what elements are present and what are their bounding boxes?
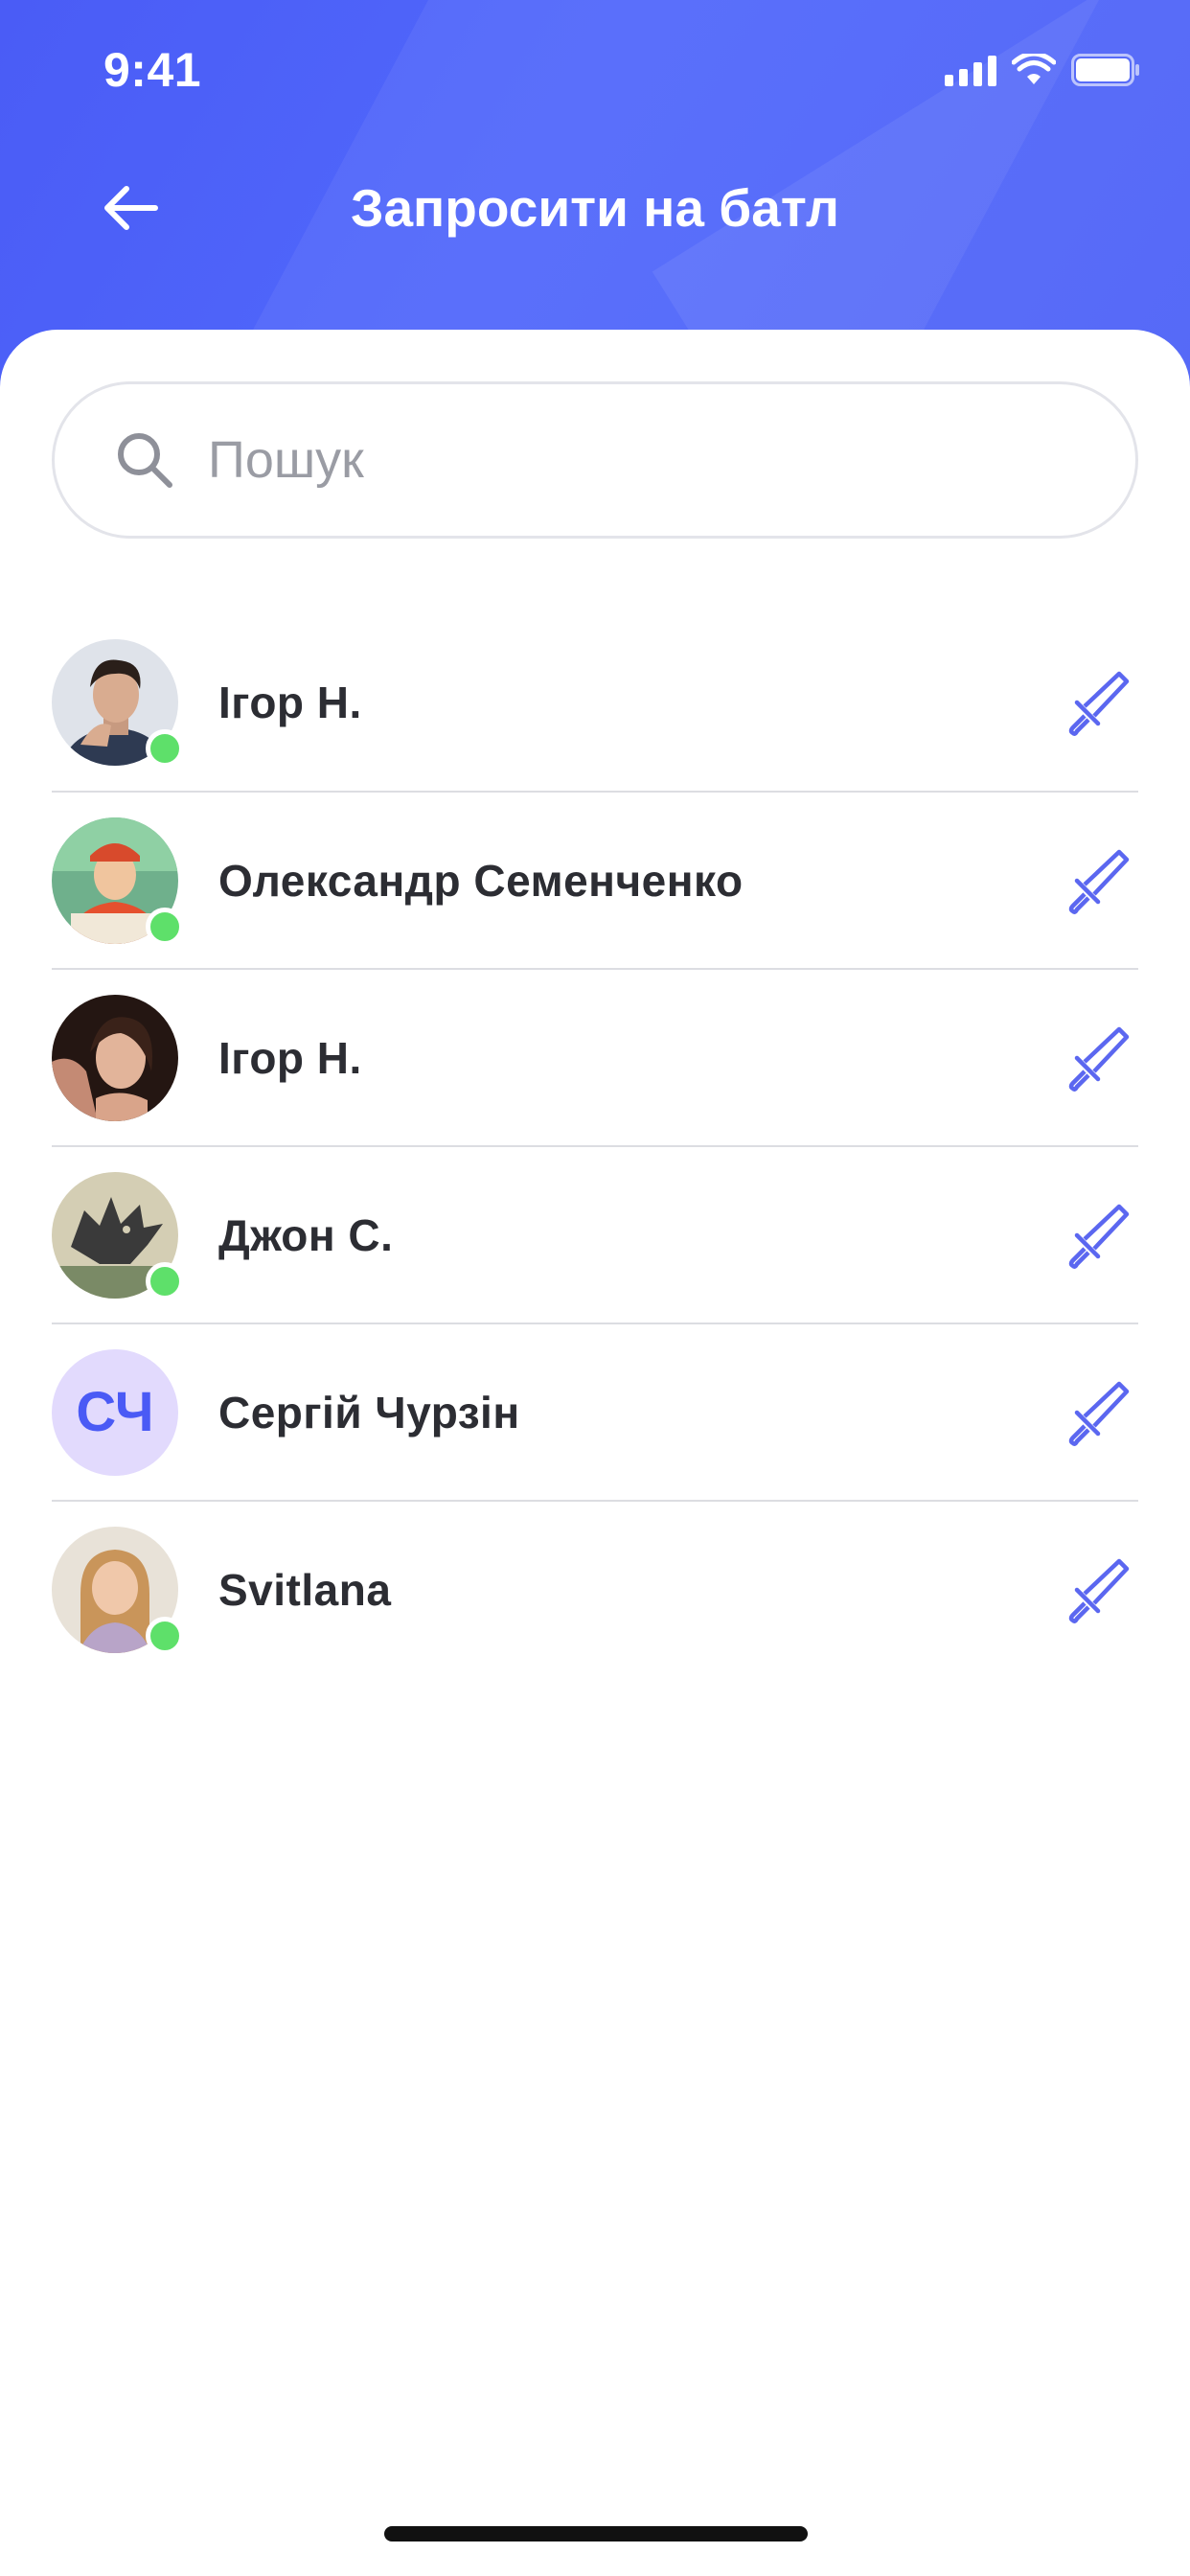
sword-icon <box>1068 849 1130 914</box>
avatar[interactable] <box>52 816 184 946</box>
contact-row[interactable]: Джон С. <box>52 1145 1138 1322</box>
contact-list: Ігор Н. Олександр Семенченко Ігор Н. Джо… <box>52 613 1138 1677</box>
sword-icon <box>1068 1026 1130 1092</box>
search-icon <box>118 433 172 488</box>
contact-row[interactable]: СЧ Сергій Чурзін <box>52 1322 1138 1500</box>
invite-battle-button[interactable] <box>1058 1550 1138 1630</box>
page-title: Запросити на батл <box>351 178 839 238</box>
invite-battle-button[interactable] <box>1058 1372 1138 1453</box>
contact-row[interactable]: Svitlana <box>52 1500 1138 1677</box>
contact-name: Джон С. <box>218 1209 394 1260</box>
contact-name: Svitlana <box>218 1564 392 1615</box>
cellular-signal-icon <box>945 54 996 86</box>
sword-icon <box>1068 671 1130 736</box>
online-status-indicator <box>146 1616 184 1655</box>
contact-name: Сергій Чурзін <box>218 1387 520 1438</box>
screen: 9:41 Запросити на батл Пошук Ігор Н. Оле… <box>0 0 1190 2576</box>
sword-icon <box>1068 1381 1130 1446</box>
invite-battle-button[interactable] <box>1058 1195 1138 1276</box>
online-status-indicator <box>146 1261 184 1300</box>
contact-row[interactable]: Ігор Н. <box>52 968 1138 1145</box>
avatar[interactable] <box>52 1171 184 1300</box>
wifi-icon <box>1012 54 1056 84</box>
search-bar[interactable] <box>52 381 1138 539</box>
contact-name: Олександр Семенченко <box>218 855 744 906</box>
contact-name: Ігор Н. <box>218 677 362 727</box>
content-card: Ігор Н. <box>0 330 1190 2576</box>
invite-battle-button[interactable] <box>1058 662 1138 743</box>
contact-row[interactable]: Олександр Семенченко <box>52 791 1138 968</box>
status-icons <box>945 54 1140 86</box>
home-indicator[interactable] <box>384 2526 808 2542</box>
battery-icon <box>1071 54 1139 86</box>
search-input[interactable] <box>208 430 1070 490</box>
status-time: 9:41 <box>103 43 202 97</box>
contact-name: Ігор Н. <box>218 1032 362 1083</box>
invite-battle-button[interactable] <box>1058 840 1138 921</box>
avatar[interactable] <box>52 638 184 768</box>
sword-icon <box>1068 1204 1130 1269</box>
avatar-photo <box>52 994 178 1121</box>
online-status-indicator <box>146 728 184 768</box>
avatar[interactable]: СЧ <box>52 1348 178 1476</box>
online-status-indicator <box>146 907 184 946</box>
sword-icon <box>1068 1558 1130 1623</box>
avatar[interactable] <box>52 1526 184 1655</box>
invite-battle-button[interactable] <box>1058 1018 1138 1098</box>
avatar-initials: СЧ <box>52 1348 178 1476</box>
avatar[interactable] <box>52 994 178 1121</box>
contact-row[interactable]: Ігор Н. <box>52 613 1138 791</box>
